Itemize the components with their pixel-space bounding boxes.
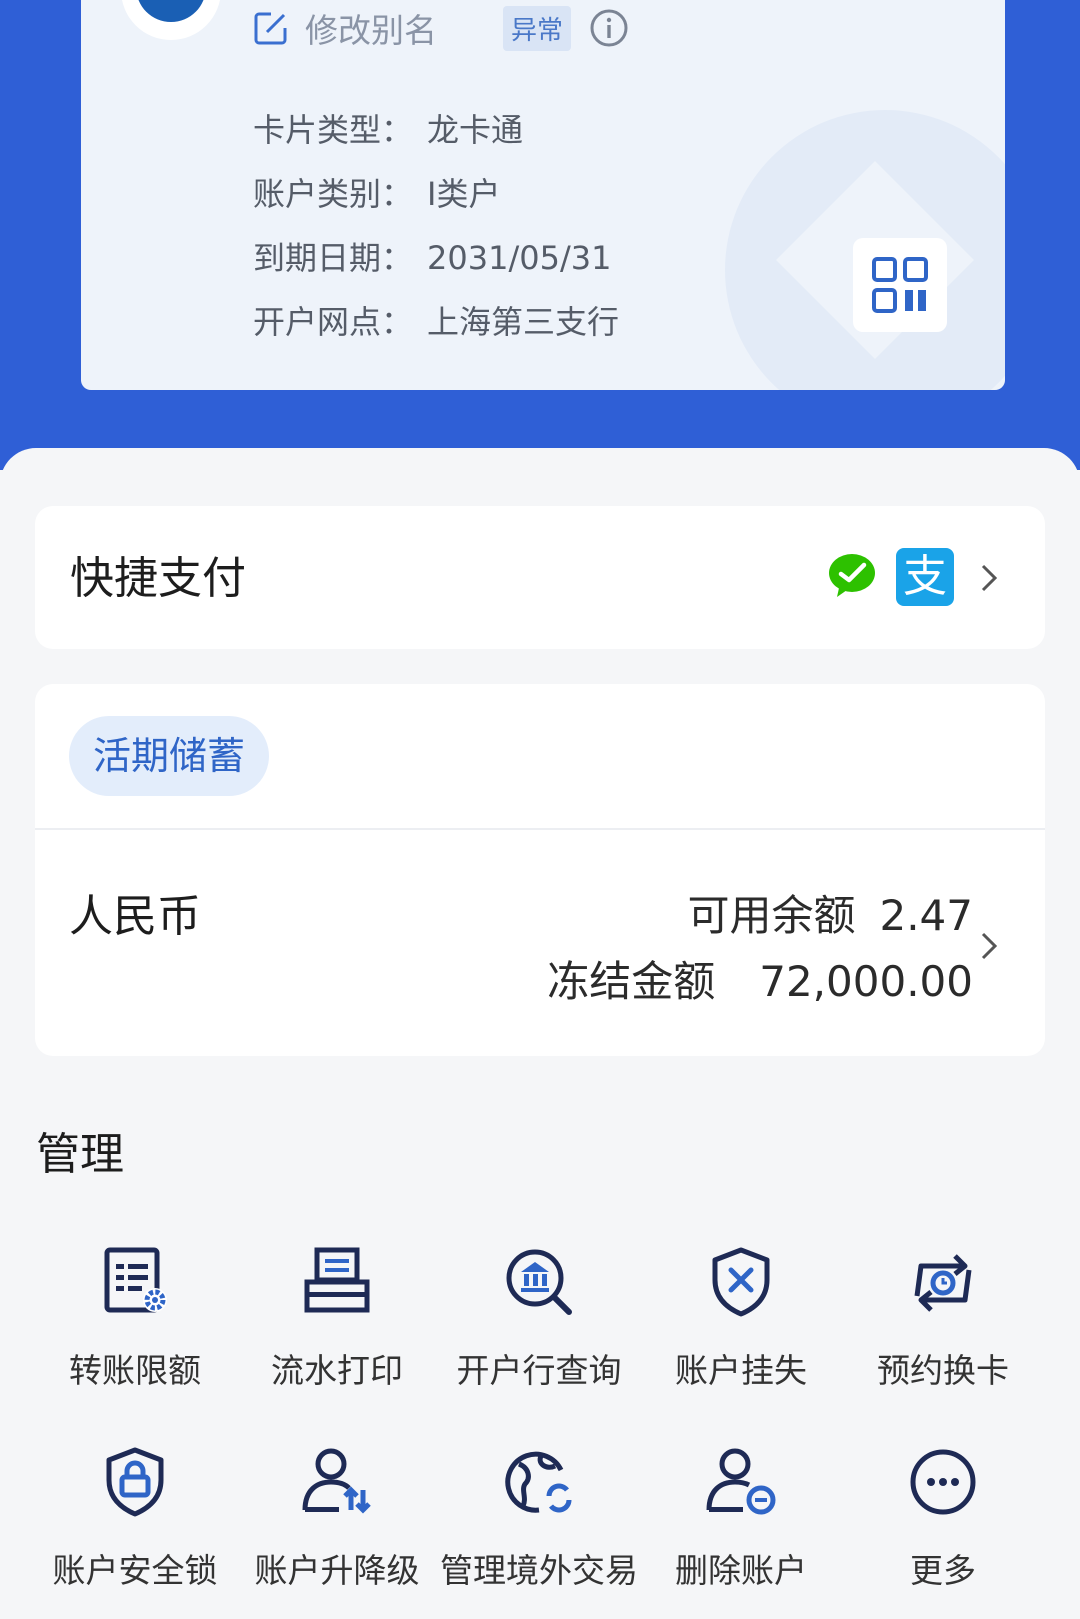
qr-code-icon xyxy=(872,257,928,313)
divider xyxy=(35,828,1045,830)
card-type-row: 卡片类型： 龙卡通 xyxy=(253,102,619,166)
status-badge: 异常 xyxy=(503,5,572,51)
globe-refresh-icon xyxy=(505,1451,572,1513)
delete-account-label: 删除账户 xyxy=(675,1551,807,1590)
security-lock-button[interactable]: 账户安全锁 xyxy=(34,1444,236,1592)
statement-print-label: 流水打印 xyxy=(271,1351,403,1390)
account-upgrade-label: 账户升降级 xyxy=(254,1551,420,1590)
frozen-balance-row: 冻结金额 72,000.00 xyxy=(547,948,973,1009)
branch-query-button[interactable]: 开户行查询 xyxy=(438,1244,640,1392)
more-button[interactable]: 更多 xyxy=(842,1444,1044,1592)
quick-pay-title: 快捷支付 xyxy=(70,553,246,604)
expiry-row: 到期日期： 2031/05/31 xyxy=(253,230,619,294)
branch-value: 上海第三支行 xyxy=(427,303,620,341)
account-upgrade-button[interactable]: 账户升降级 xyxy=(236,1444,438,1592)
card-type-label: 卡片类型： xyxy=(253,111,414,149)
statement-print-button[interactable]: 流水打印 xyxy=(236,1244,438,1392)
management-title: 管理 xyxy=(36,1129,124,1180)
more-label: 更多 xyxy=(910,1551,976,1590)
delete-account-button[interactable]: 删除账户 xyxy=(640,1444,842,1592)
account-class-label: 账户类别： xyxy=(253,175,414,213)
user-updown-icon xyxy=(302,1448,371,1514)
quick-pay-row[interactable]: 快捷支付 支 xyxy=(35,506,1045,649)
more-icon xyxy=(910,1449,976,1515)
edit-alias-button[interactable]: 修改别名 xyxy=(305,4,437,52)
alipay-icon: 支 xyxy=(896,548,954,606)
report-loss-label: 账户挂失 xyxy=(675,1351,807,1390)
wechat-pay-icon xyxy=(829,554,875,597)
branch-row: 开户网点： 上海第三支行 xyxy=(253,294,619,358)
overseas-transaction-label: 管理境外交易 xyxy=(440,1551,638,1590)
shield-lock-icon xyxy=(106,1447,164,1517)
bank-logo-icon xyxy=(121,0,221,40)
user-minus-icon xyxy=(706,1448,776,1515)
qr-code-button[interactable] xyxy=(853,238,947,332)
frozen-label: 冻结金额 xyxy=(547,957,716,1006)
available-balance-row: 可用余额 2.47 xyxy=(687,882,973,943)
printer-icon xyxy=(304,1247,370,1313)
chevron-right-icon xyxy=(981,564,998,592)
expiry-label: 到期日期： xyxy=(253,239,414,277)
available-label: 可用余额 xyxy=(687,891,856,940)
account-class-value: I类户 xyxy=(427,175,501,213)
card-type-value: 龙卡通 xyxy=(427,111,524,149)
available-value: 2.47 xyxy=(879,891,973,940)
security-lock-label: 账户安全锁 xyxy=(52,1551,218,1590)
account-class-row: 账户类别： I类户 xyxy=(253,166,619,230)
currency-label: 人民币 xyxy=(69,891,201,942)
branch-query-label: 开户行查询 xyxy=(456,1351,622,1390)
card-replace-label: 预约换卡 xyxy=(877,1351,1009,1390)
shield-x-icon xyxy=(712,1247,770,1317)
branch-label: 开户网点： xyxy=(253,303,414,341)
card-swap-icon xyxy=(914,1254,972,1312)
transfer-limit-button[interactable]: 转账限额 xyxy=(34,1244,236,1392)
transfer-limit-label: 转账限额 xyxy=(69,1351,201,1390)
card-replace-button[interactable]: 预约换卡 xyxy=(842,1244,1044,1392)
info-icon[interactable] xyxy=(589,8,629,48)
alias-row: 修改别名 异常 xyxy=(251,4,629,52)
overseas-transaction-button[interactable]: 管理境外交易 xyxy=(438,1444,640,1592)
savings-card: 活期储蓄 人民币 可用余额 2.47 冻结金额 72,000.00 xyxy=(35,684,1045,1056)
savings-tag[interactable]: 活期储蓄 xyxy=(69,716,270,796)
bank-card: 修改别名 异常 卡片类型： 龙卡通 账户类别： I类户 到期日期： 2031/05/3… xyxy=(81,0,1005,390)
bank-search-icon xyxy=(506,1249,572,1315)
expiry-value: 2031/05/31 xyxy=(427,239,612,277)
frozen-value: 72,000.00 xyxy=(759,957,973,1006)
balance-chevron-right-icon[interactable] xyxy=(977,928,1001,964)
card-info: 卡片类型： 龙卡通 账户类别： I类户 到期日期： 2031/05/31 开户网点： 上… xyxy=(253,102,619,358)
report-loss-button[interactable]: 账户挂失 xyxy=(640,1244,842,1392)
transfer-limit-icon xyxy=(104,1247,167,1313)
edit-icon[interactable] xyxy=(251,8,291,48)
